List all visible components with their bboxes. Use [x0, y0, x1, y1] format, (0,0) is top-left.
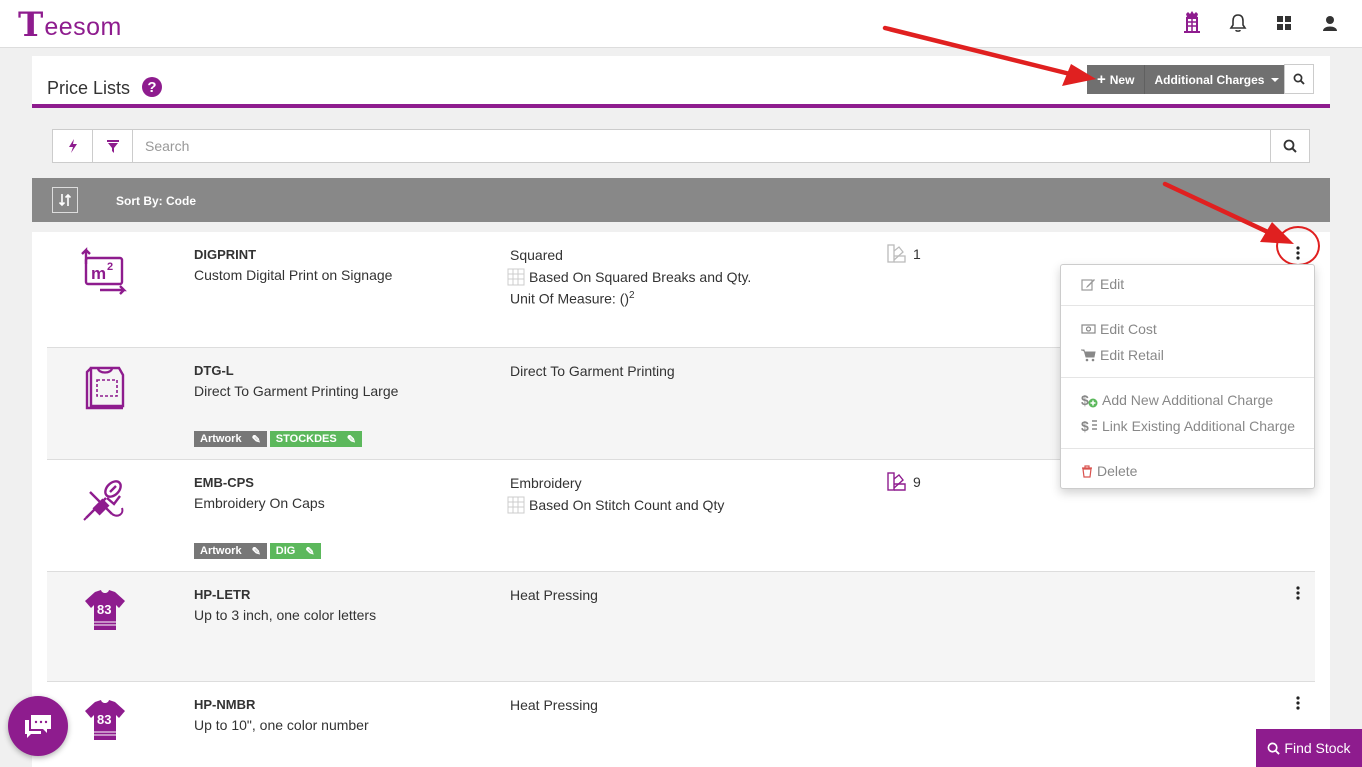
- garment-print-icon: [80, 362, 130, 412]
- filter-button[interactable]: [93, 130, 133, 162]
- teesom-logo[interactable]: Teesom: [18, 8, 122, 42]
- caret-down-icon: [1271, 77, 1280, 82]
- grid-icon[interactable]: [1272, 10, 1296, 36]
- svg-text:2: 2: [107, 261, 113, 273]
- menu-item-delete[interactable]: Delete: [1081, 463, 1137, 479]
- chat-icon: [25, 715, 51, 738]
- filter-icon: [106, 139, 119, 153]
- item-description: Up to 10", one color number: [194, 717, 369, 733]
- item-code: DTG-L: [194, 363, 234, 378]
- menu-item-edit-retail[interactable]: Edit Retail: [1081, 347, 1164, 363]
- item-tags: Artwork ✎ DIG ✎: [194, 543, 321, 559]
- chat-launcher-button[interactable]: [8, 696, 68, 756]
- item-description: Embroidery On Caps: [194, 495, 325, 511]
- row-actions-menu-button[interactable]: [1287, 582, 1309, 604]
- svg-text:83: 83: [97, 712, 111, 727]
- row-actions-menu-button[interactable]: [1287, 692, 1309, 714]
- search-icon: [1267, 742, 1281, 755]
- trash-icon: [1082, 464, 1092, 478]
- item-code: HP-LETR: [194, 587, 251, 602]
- item-breaks-count: 1: [887, 244, 921, 264]
- tag-artwork[interactable]: Artwork ✎: [194, 431, 267, 447]
- kebab-menu-icon: [1296, 696, 1300, 710]
- square-meter-icon: m 2: [80, 246, 130, 296]
- cart-icon: [1081, 349, 1096, 361]
- search-bar: [52, 129, 1310, 163]
- item-code: DIGPRINT: [194, 247, 257, 262]
- find-stock-button[interactable]: Find Stock: [1256, 729, 1362, 767]
- item-basis: Based On Squared Breaks and Qty.: [507, 268, 751, 286]
- search-icon: [1283, 139, 1297, 153]
- link-charge-icon: $: [1081, 418, 1097, 434]
- table-grid-icon: [507, 496, 525, 514]
- additional-charges-dropdown-button[interactable]: Additional Charges: [1145, 65, 1288, 94]
- tag-dig[interactable]: DIG ✎: [269, 543, 321, 559]
- item-description: Direct To Garment Printing Large: [194, 383, 399, 399]
- table-grid-icon: [507, 268, 525, 286]
- svg-text:83: 83: [97, 602, 111, 617]
- jersey-icon: 83: [80, 696, 130, 746]
- annotation-highlight-circle: [1276, 226, 1320, 266]
- item-code: EMB-CPS: [194, 475, 254, 490]
- new-button[interactable]: + New: [1087, 65, 1146, 94]
- item-type: Embroidery: [510, 475, 582, 491]
- item-basis: Based On Stitch Count and Qty: [507, 496, 724, 514]
- swatch-icon: [887, 472, 906, 491]
- item-tags: Artwork ✎ STOCKDES ✎: [194, 431, 362, 447]
- menu-item-edit[interactable]: Edit: [1081, 276, 1124, 292]
- item-breaks-count: 9: [887, 472, 921, 492]
- user-icon[interactable]: [1318, 10, 1342, 36]
- edit-icon: [1081, 279, 1095, 291]
- item-code: HP-NMBR: [194, 697, 256, 712]
- quick-filter-button[interactable]: [53, 130, 93, 162]
- search-input[interactable]: [133, 130, 1270, 162]
- svg-text:$: $: [1081, 392, 1089, 408]
- help-icon[interactable]: ?: [142, 77, 162, 97]
- pencil-icon: ✎: [251, 433, 261, 446]
- new-button-group: + New Additional Charges: [1087, 65, 1289, 94]
- page-title: Price Lists: [47, 78, 131, 98]
- menu-item-add-new-additional-charge[interactable]: $ Add New Additional Charge: [1081, 392, 1273, 408]
- sort-bar: Sort By: Code: [32, 178, 1330, 222]
- sort-arrows-icon: [58, 193, 72, 207]
- search-icon: [1293, 73, 1305, 85]
- kebab-menu-icon: [1296, 586, 1300, 600]
- top-navbar: Teesom: [0, 0, 1362, 48]
- plus-icon: +: [1097, 71, 1106, 88]
- castle-icon[interactable]: [1180, 10, 1204, 36]
- item-type: Direct To Garment Printing: [510, 363, 675, 379]
- menu-item-link-existing-additional-charge[interactable]: $ Link Existing Additional Charge: [1081, 418, 1295, 434]
- lightning-icon: [68, 139, 77, 153]
- item-type: Heat Pressing: [510, 587, 598, 603]
- row-actions-dropdown: Edit Edit Cost Edit Retail $ Add New Add…: [1060, 264, 1315, 489]
- tag-stockdes[interactable]: STOCKDES ✎: [269, 431, 362, 447]
- search-submit-button[interactable]: [1270, 130, 1309, 162]
- sort-label: Sort By: Code: [116, 194, 197, 208]
- item-unit-of-measure: Unit Of Measure: ()2: [510, 290, 635, 307]
- page-header: Price Lists ? + New Additional Charges: [32, 56, 1330, 108]
- menu-item-edit-cost[interactable]: Edit Cost: [1081, 321, 1157, 337]
- embroidery-needle-icon: [80, 474, 130, 524]
- sort-toggle-button[interactable]: [52, 187, 78, 213]
- list-item[interactable]: 83 HP-NMBR Up to 10", one color number H…: [47, 682, 1315, 767]
- pencil-icon: ✎: [251, 545, 261, 558]
- header-search-button[interactable]: [1284, 64, 1314, 94]
- item-description: Custom Digital Print on Signage: [194, 267, 393, 283]
- item-description: Up to 3 inch, one color letters: [194, 607, 377, 623]
- pencil-icon: ✎: [346, 433, 356, 446]
- tag-artwork[interactable]: Artwork ✎: [194, 543, 267, 559]
- money-icon: [1081, 324, 1096, 334]
- pencil-icon: ✎: [305, 545, 315, 558]
- svg-text:$: $: [1081, 418, 1089, 434]
- bell-icon[interactable]: [1226, 10, 1250, 36]
- add-charge-icon: $: [1081, 392, 1098, 408]
- jersey-icon: 83: [80, 586, 130, 636]
- svg-text:m: m: [91, 264, 106, 283]
- swatch-icon: [887, 244, 906, 263]
- item-type: Squared: [510, 247, 563, 263]
- list-item[interactable]: 83 HP-LETR Up to 3 inch, one color lette…: [47, 572, 1315, 682]
- item-type: Heat Pressing: [510, 697, 598, 713]
